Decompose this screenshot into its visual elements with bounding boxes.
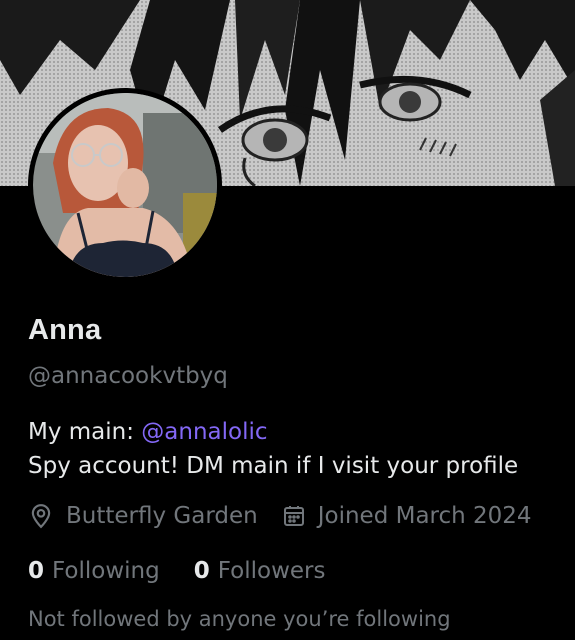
calendar-icon: [282, 504, 306, 528]
avatar-photo: [33, 93, 217, 277]
following-count: 0: [28, 558, 45, 584]
following-link[interactable]: 0 Following: [28, 558, 160, 584]
profile-location: Butterfly Garden: [28, 503, 258, 529]
profile-meta: Butterfly Garden Joined March 2024: [28, 500, 532, 532]
joined-text: Joined March 2024: [317, 503, 532, 529]
location-pin-icon: [28, 503, 54, 529]
profile-page: Anna @annacookvtbyq My main: @annalolic …: [0, 0, 575, 640]
profile-joined-date: Joined March 2024: [282, 503, 532, 529]
followers-label: Followers: [217, 558, 326, 584]
followers-count: 0: [193, 558, 210, 584]
profile-avatar[interactable]: [28, 88, 222, 282]
following-label: Following: [52, 558, 160, 584]
bio-mention-link[interactable]: @annalolic: [141, 419, 267, 445]
bio-line-text: Spy account! DM main if I visit your pro…: [28, 453, 519, 479]
bio-prefix: My main:: [28, 419, 142, 445]
location-text: Butterfly Garden: [66, 503, 258, 529]
profile-bio: My main: @annalolic Spy account! DM main…: [28, 415, 518, 483]
profile-handle: @annacookvtbyq: [28, 363, 228, 389]
bio-line-main: My main: @annalolic: [28, 415, 518, 449]
profile-stats: 0 Following 0 Followers: [28, 558, 325, 584]
followers-link[interactable]: 0 Followers: [194, 558, 326, 584]
profile-display-name: Anna: [28, 314, 102, 346]
mutual-followers-note: Not followed by anyone you’re following: [28, 607, 451, 631]
